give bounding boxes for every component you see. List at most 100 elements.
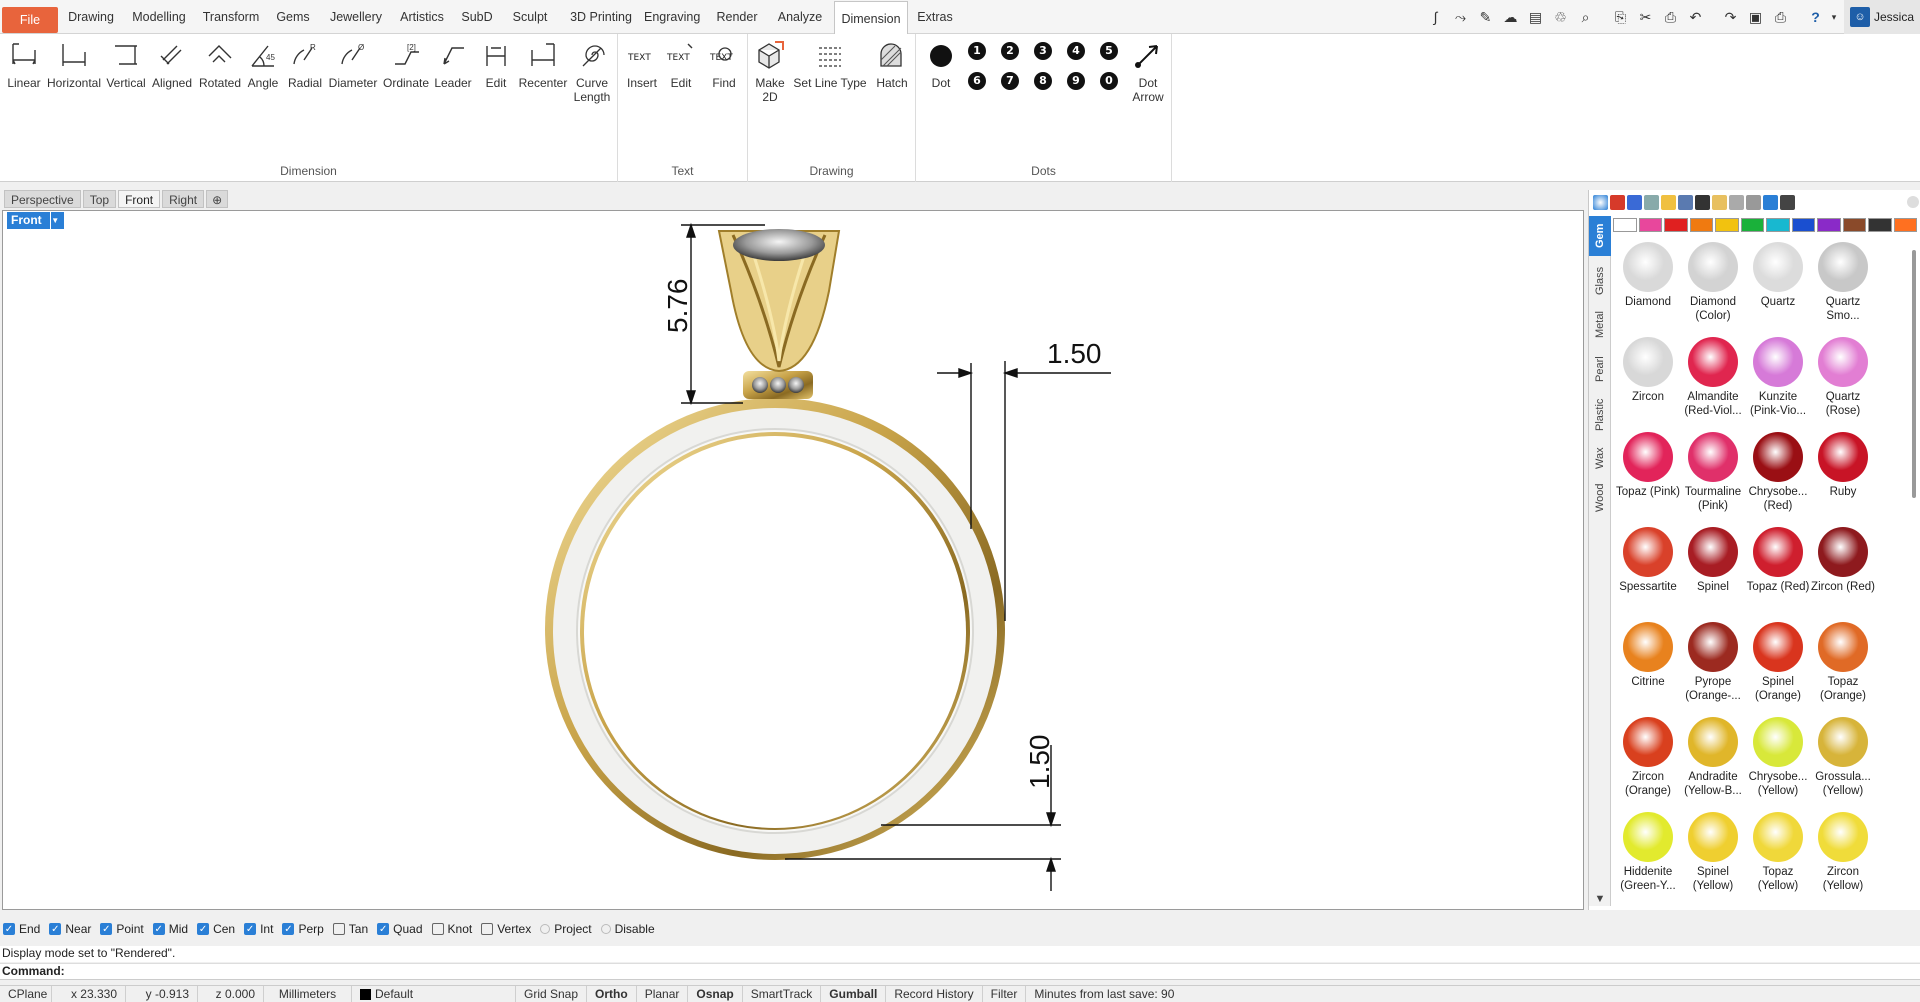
gem-material-item[interactable]: Topaz (Orange) [1810,622,1876,703]
sphere-icon[interactable] [1627,194,1642,210]
dot-0-button[interactable]: 0 [1100,72,1118,90]
tab-render[interactable]: Render [712,6,762,28]
tab-artistics[interactable]: Artistics [396,6,448,28]
gem-material-item[interactable]: Quartz Smo... [1810,242,1876,323]
color-swatch[interactable] [1893,218,1917,232]
linear-dimension-button[interactable]: Linear [6,36,42,90]
tab-gem[interactable]: Gem [1589,216,1611,256]
checkbox[interactable] [481,923,494,935]
checkbox[interactable] [540,924,551,934]
planar-toggle[interactable]: Planar [637,985,689,1002]
gem-material-item[interactable]: Spessartite [1615,527,1681,594]
ring-model[interactable]: 5.76 1.50 1.50 [3,211,1583,909]
rotated-dimension-button[interactable]: Rotated [198,36,242,90]
panel-scrollbar[interactable] [1912,250,1916,498]
edit-text-button[interactable]: TEXT Edit [666,36,696,90]
insert-text-button[interactable]: TEXT Insert [624,36,660,90]
dot-9-button[interactable]: 9 [1067,72,1085,90]
units-display[interactable]: Millimeters [264,985,352,1002]
scroll-down-icon[interactable]: ▼ [1589,892,1611,906]
gem-material-item[interactable]: Zircon (Yellow) [1810,812,1876,893]
color-swatch[interactable] [1664,218,1688,232]
add-viewport-button[interactable]: ⊕ [206,190,229,208]
tab-top[interactable]: Top [82,190,117,208]
osnap-vertex[interactable]: Vertex [481,922,531,936]
recenter-button[interactable]: Recenter [518,36,568,90]
osnap-disable[interactable]: Disable [600,922,655,936]
settings-icon[interactable] [1729,194,1744,210]
tab-wood[interactable]: Wood [1589,478,1611,518]
set-line-type-button[interactable]: Set Line Type [792,36,868,90]
search-zoom-icon[interactable]: ⌕ [1573,6,1598,28]
ortho-toggle[interactable]: Ortho [587,985,637,1002]
folder-icon[interactable] [1661,194,1676,210]
rgb-icon[interactable] [1695,194,1710,210]
color-swatch[interactable] [1689,218,1713,232]
osnap-perp[interactable]: ✓ Perp [282,922,324,936]
gem-material-item[interactable]: Hiddenite (Green-Y... [1615,812,1681,893]
tab-transform[interactable]: Transform [200,6,262,28]
osnap-quad[interactable]: ✓ Quad [377,922,423,936]
edit-dimension-button[interactable]: Edit [478,36,514,90]
spline-icon[interactable]: ∫ [1423,6,1448,28]
gem-material-item[interactable]: Pyrope (Orange-... [1680,622,1746,703]
aligned-dimension-button[interactable]: Aligned [150,36,194,90]
osnap-toggle[interactable]: Osnap [688,985,743,1002]
gumball-toggle[interactable]: Gumball [821,985,887,1002]
checkbox[interactable] [332,923,345,935]
gem-material-item[interactable]: Quartz [1745,242,1811,309]
gem-material-item[interactable]: Tourmaline (Pink) [1680,432,1746,513]
paste-icon[interactable]: ⎙ [1658,6,1683,28]
checkbox[interactable]: ✓ [282,923,295,935]
microphone-icon[interactable]: ♲ [1548,6,1573,28]
checkbox[interactable]: ✓ [244,923,257,935]
chevron-down-icon[interactable]: ▾ [1828,6,1840,28]
copy-icon[interactable]: ⎘ [1608,6,1633,28]
gem-material-item[interactable]: Kunzite (Pink-Vio... [1745,337,1811,418]
grid-icon[interactable] [1746,194,1761,210]
make-2d-button[interactable]: Make 2D [754,36,786,104]
dot-3-button[interactable]: 3 [1034,42,1052,60]
cut-icon[interactable]: ✂ [1633,6,1658,28]
clapper-icon[interactable]: ▤ [1523,6,1548,28]
gem-material-item[interactable]: Andradite (Yellow-B... [1680,717,1746,798]
color-swatch[interactable] [1740,218,1764,232]
osnap-project[interactable]: Project [540,922,592,936]
gem-material-item[interactable]: Topaz (Yellow) [1745,812,1811,893]
tab-jewellery[interactable]: Jewellery [322,6,390,28]
gem-material-item[interactable]: Grossula... (Yellow) [1810,717,1876,798]
save-icon[interactable]: ▣ [1743,6,1768,28]
tab-metal[interactable]: Metal [1589,304,1611,346]
color-swatch[interactable] [1817,218,1841,232]
gem-material-item[interactable]: Topaz (Pink) [1615,432,1681,499]
tab-modelling[interactable]: Modelling [128,6,190,28]
tab-dimension[interactable]: Dimension [834,1,908,35]
undo-icon[interactable]: ↶ [1683,6,1708,28]
checkbox[interactable]: ✓ [377,923,390,935]
tab-plastic[interactable]: Plastic [1589,392,1611,438]
gem-material-item[interactable]: Quartz (Rose) [1810,337,1876,418]
filter-toggle[interactable]: Filter [983,985,1027,1002]
checkbox[interactable] [600,924,611,934]
gem-material-item[interactable]: Zircon (Red) [1810,527,1876,594]
angle-dimension-button[interactable]: 45 Angle [246,36,280,90]
gem-material-item[interactable]: Topaz (Red) [1745,527,1811,594]
layer-selector[interactable]: Default [352,985,516,1002]
dot-6-button[interactable]: 6 [968,72,986,90]
color-swatch[interactable] [1842,218,1866,232]
smarttrack-toggle[interactable]: SmartTrack [743,985,822,1002]
osnap-knot[interactable]: Knot [431,922,472,936]
dot-arrow-button[interactable]: Dot Arrow [1128,36,1168,104]
gem-material-item[interactable]: Almandite (Red-Viol... [1680,337,1746,418]
layers-icon[interactable] [1780,194,1795,210]
command-line[interactable]: Command: [0,963,1920,980]
bell-icon[interactable] [1763,194,1778,210]
gem-material-item[interactable]: Chrysobe... (Yellow) [1745,717,1811,798]
osnap-mid[interactable]: ✓ Mid [152,922,188,936]
gem-material-item[interactable]: Citrine [1615,622,1681,689]
checkbox[interactable]: ✓ [152,923,165,935]
dot-4-button[interactable]: 4 [1067,42,1085,60]
material-library-icon[interactable] [1593,194,1608,210]
monitor-icon[interactable] [1678,194,1693,210]
radial-dimension-button[interactable]: R Radial [284,36,326,90]
